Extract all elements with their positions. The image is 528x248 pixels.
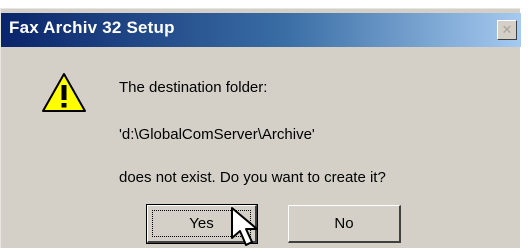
- no-button-label: No: [334, 215, 354, 232]
- no-button[interactable]: No: [288, 205, 401, 243]
- close-icon: ✕: [501, 22, 513, 37]
- warning-icon: [42, 73, 86, 112]
- message-folder-path: 'd:\GlobalComServer\Archive': [119, 126, 315, 143]
- message-line-1: The destination folder:: [119, 79, 268, 96]
- title-bar[interactable]: Fax Archiv 32 Setup ✕: [1, 13, 521, 47]
- mouse-cursor-icon: [231, 207, 258, 246]
- dialog-title: Fax Archiv 32 Setup: [9, 18, 175, 37]
- message-line-3: does not exist. Do you want to create it…: [119, 169, 386, 186]
- close-button[interactable]: ✕: [497, 20, 517, 40]
- yes-button-label: Yes: [189, 215, 214, 232]
